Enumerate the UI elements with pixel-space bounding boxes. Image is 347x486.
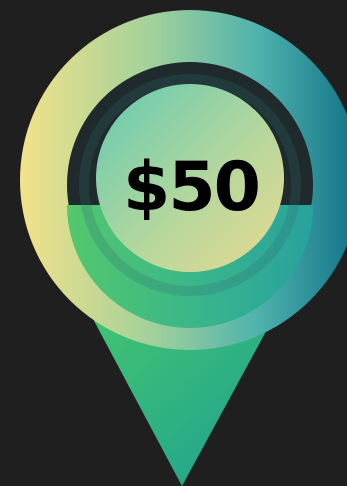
map-pin-icon	[20, 10, 347, 486]
location-pin-price-tag: $50	[0, 0, 347, 486]
pin-inner-disc	[96, 84, 284, 272]
